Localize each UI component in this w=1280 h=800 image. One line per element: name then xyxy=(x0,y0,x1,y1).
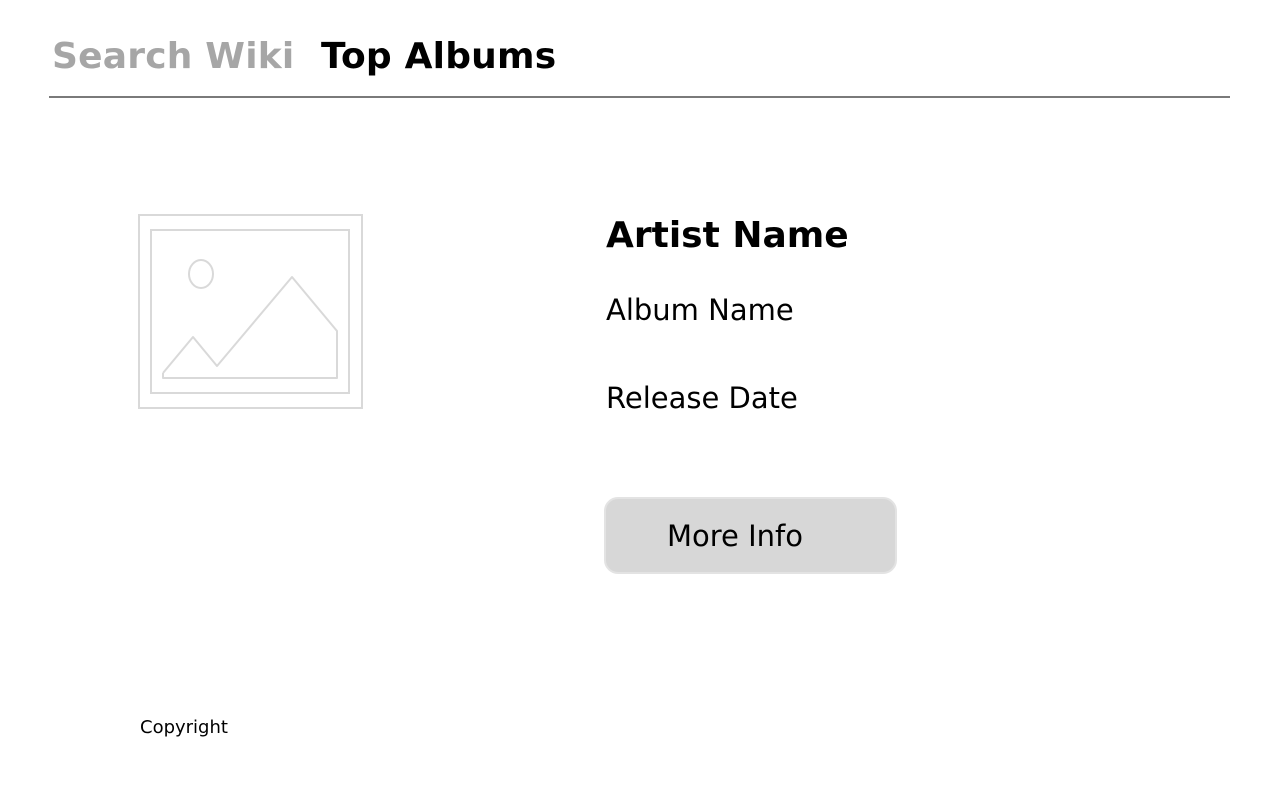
page: Search Wiki Top Albums Artist Name Album… xyxy=(0,0,1280,800)
more-info-button[interactable]: More Info xyxy=(604,497,897,574)
top-nav: Search Wiki Top Albums xyxy=(49,0,1230,98)
tab-top-albums[interactable]: Top Albums xyxy=(321,36,556,78)
artist-name: Artist Name xyxy=(606,215,849,256)
album-name: Album Name xyxy=(606,293,794,327)
copyright-text: Copyright xyxy=(140,717,228,738)
tab-search-wiki[interactable]: Search Wiki xyxy=(52,36,294,78)
release-date: Release Date xyxy=(606,381,798,415)
image-placeholder-icon xyxy=(138,214,363,409)
